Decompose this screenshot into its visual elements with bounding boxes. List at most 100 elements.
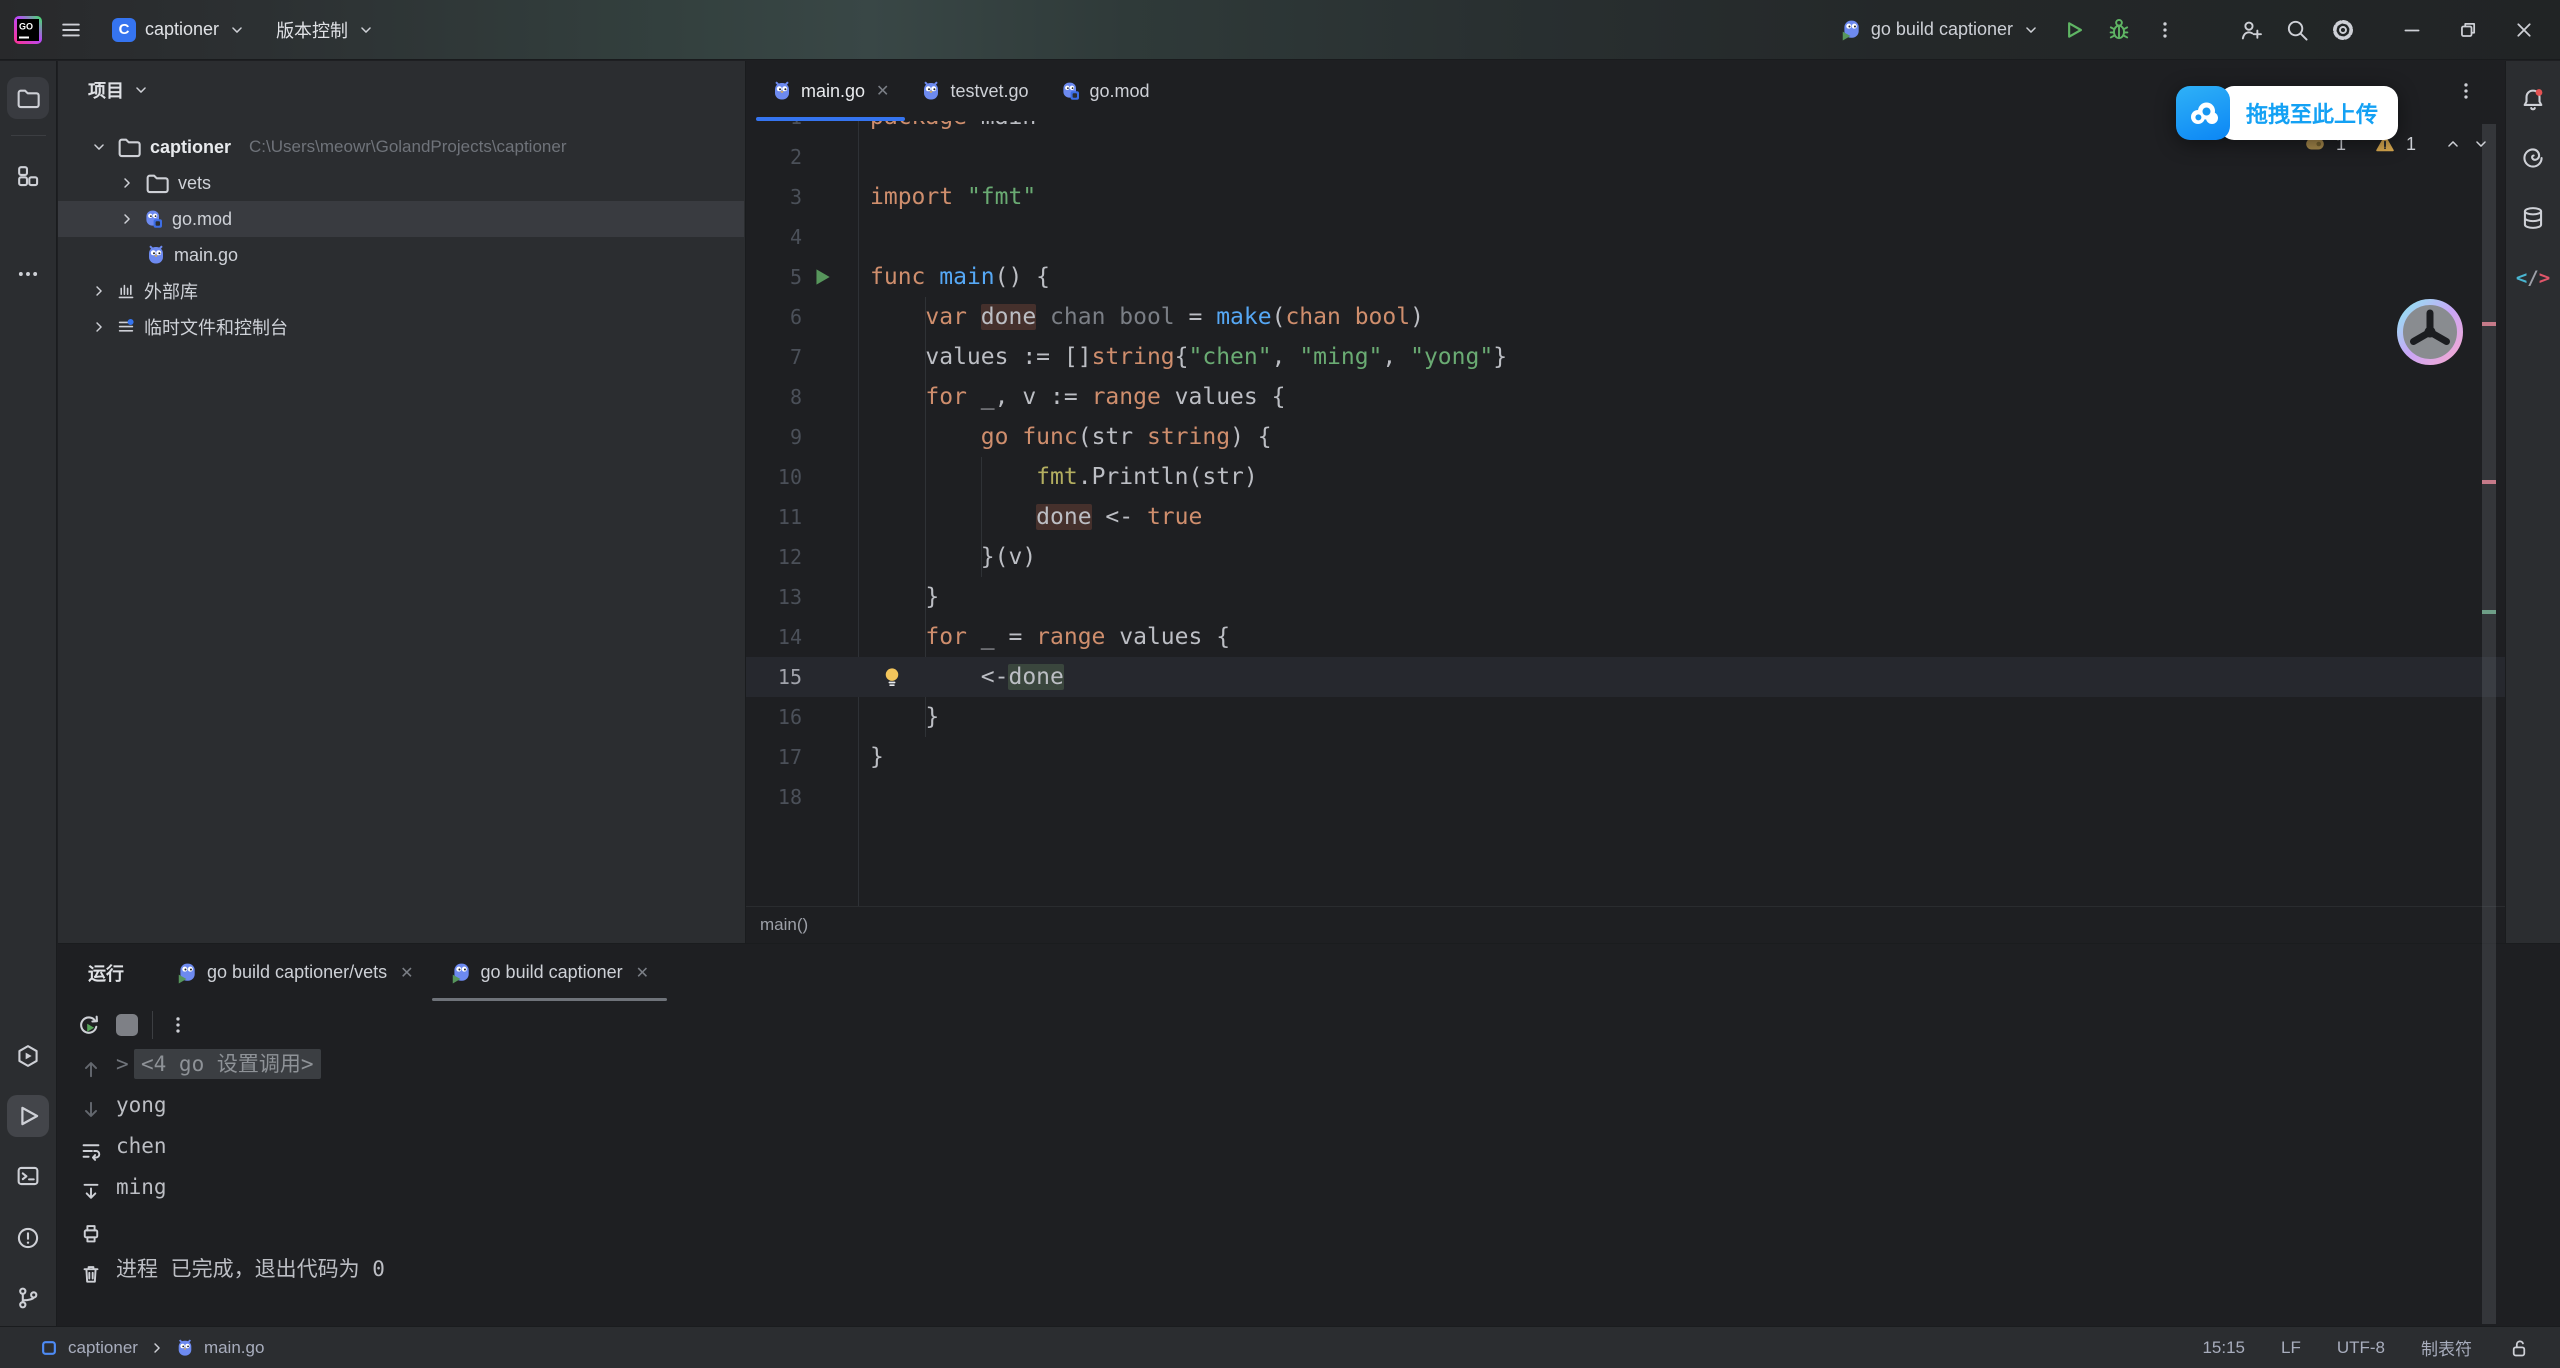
scroll-to-end-button[interactable] [79, 1180, 103, 1204]
terminal-icon [15, 1163, 41, 1189]
code-line-11: 11 done <- true [746, 497, 2505, 537]
editor-options-button[interactable] [2455, 80, 2477, 102]
problems-tool-button[interactable] [7, 1217, 49, 1259]
tree-item-临时文件和控制台[interactable]: 临时文件和控制台 [58, 309, 744, 345]
fold-arrow-icon[interactable]: > [116, 1044, 132, 1085]
status-widget-15:15[interactable]: 15:15 [2202, 1338, 2245, 1358]
tree-item-label: vets [178, 173, 211, 194]
close-icon[interactable]: ✕ [400, 963, 413, 983]
search-icon [2285, 18, 2309, 42]
chevron-right-icon[interactable] [90, 318, 108, 336]
endpoints-button[interactable]: </> [2512, 257, 2554, 299]
status-bar: captioner main.go 15:15 LF UTF-8 制表符 [0, 1326, 2560, 1368]
chevron-right-icon[interactable] [90, 282, 108, 300]
run-config-selector[interactable]: go build captioner [1830, 19, 2050, 41]
print-button[interactable] [79, 1221, 103, 1245]
code-line-18: 18 [746, 777, 2505, 817]
project-widget[interactable]: C captioner [100, 10, 258, 50]
code-editor[interactable]: 1package main23import "fmt"45func main()… [746, 121, 2505, 906]
netdisk-upload-widget[interactable]: 拖拽至此上传 [2176, 86, 2398, 140]
status-widget-LF[interactable]: LF [2281, 1338, 2301, 1358]
status-widget-UTF-8[interactable]: UTF-8 [2337, 1338, 2385, 1358]
services-tool-button[interactable] [7, 1035, 49, 1077]
status-widget-制表符[interactable]: 制表符 [2421, 1335, 2472, 1360]
run-tool-button[interactable] [7, 1095, 49, 1137]
go-file-icon [772, 81, 792, 101]
run-tab-go build captioner[interactable]: go build captioner ✕ [432, 944, 668, 1001]
line-number: 18 [746, 777, 802, 817]
warning-count: 1 [2406, 134, 2416, 155]
notifications-button[interactable] [2512, 79, 2554, 121]
tab-main.go[interactable]: main.go✕ [756, 61, 905, 121]
console-line: ming [116, 1167, 2530, 1208]
run-line-icon[interactable] [810, 265, 834, 289]
console-output[interactable]: ><4 go 设置调用>yongchenming进程 已完成，退出代码为 0 [116, 1044, 2530, 1290]
project-panel-header[interactable]: 项目 [58, 61, 745, 113]
tree-item-外部库[interactable]: 外部库 [58, 273, 744, 309]
lock-open-icon[interactable] [2508, 1337, 2530, 1359]
tab-testvet.go[interactable]: testvet.go [905, 61, 1044, 121]
tree-item-go.mod[interactable]: go.mod [58, 201, 744, 237]
project-tool-button[interactable] [7, 77, 49, 119]
project-tree: captionerC:\Users\meowr\GolandProjects\c… [58, 129, 744, 345]
code-text: } [870, 697, 939, 737]
tree-item-main.go[interactable]: main.go [58, 237, 744, 273]
restore-button[interactable] [2440, 4, 2496, 56]
up-stacktrace-button[interactable] [79, 1057, 103, 1081]
ai-assistant-icon [2520, 145, 2546, 171]
run-more-button[interactable] [167, 1014, 189, 1036]
code-with-me-button[interactable] [2228, 7, 2274, 53]
console-line: 进程 已完成，退出代码为 0 [116, 1249, 2530, 1290]
tree-item-captioner[interactable]: captionerC:\Users\meowr\GolandProjects\c… [58, 129, 744, 165]
folder-icon [144, 170, 170, 196]
commit-tool-button[interactable] [7, 155, 49, 197]
tree-item-vets[interactable]: vets [58, 165, 744, 201]
tree-item-path: C:\Users\meowr\GolandProjects\captioner [249, 137, 566, 157]
main-menu-button[interactable] [48, 7, 94, 53]
close-button[interactable] [2496, 4, 2552, 56]
status-breadcrumb[interactable]: captioner main.go [40, 1338, 264, 1358]
chevron-placeholder [118, 245, 138, 265]
run-tab-label: go build captioner [481, 962, 623, 983]
chevron-right-icon[interactable] [118, 210, 136, 228]
run-tab-go build captioner/vets[interactable]: go build captioner/vets✕ [158, 944, 432, 1001]
line-number: 10 [746, 457, 802, 497]
play-icon [2061, 18, 2085, 42]
restore-icon [2457, 19, 2479, 41]
editor-scrollbar[interactable] [2482, 124, 2496, 1324]
line-number: 17 [746, 737, 802, 777]
overlay-avatar-badge[interactable] [2396, 298, 2464, 366]
upload-label: 拖拽至此上传 [2220, 86, 2398, 140]
next-issue-button[interactable] [2472, 135, 2490, 153]
terminal-tool-button[interactable] [7, 1155, 49, 1197]
chevron-down-icon[interactable] [90, 138, 108, 156]
more-tool-windows-button[interactable] [7, 253, 49, 295]
prev-issue-button[interactable] [2444, 135, 2462, 153]
code-line-6: 6 var done chan bool = make(chan bool) [746, 297, 2505, 337]
clear-console-button[interactable] [79, 1262, 103, 1286]
chevron-right-icon[interactable] [118, 174, 136, 192]
folded-command[interactable]: <4 go 设置调用> [134, 1049, 321, 1079]
stop-button[interactable] [116, 1014, 138, 1036]
line-number: 6 [746, 297, 802, 337]
tab-go.mod[interactable]: go.mod [1045, 61, 1166, 121]
minimize-icon [2401, 19, 2423, 41]
more-actions-button[interactable] [2142, 7, 2188, 53]
search-everywhere-button[interactable] [2274, 7, 2320, 53]
git-tool-button[interactable] [7, 1277, 49, 1319]
vcs-widget[interactable]: 版本控制 [264, 10, 387, 50]
database-button[interactable] [2512, 197, 2554, 239]
close-icon[interactable]: ✕ [636, 963, 649, 983]
soft-wrap-button[interactable] [79, 1139, 103, 1163]
close-icon[interactable]: ✕ [876, 81, 889, 101]
settings-button[interactable] [2320, 7, 2366, 53]
gopher-icon [146, 245, 166, 265]
minimize-button[interactable] [2384, 4, 2440, 56]
editor-breadcrumb[interactable]: main() [746, 906, 2505, 943]
ai-assistant-button[interactable] [2512, 137, 2554, 179]
debug-button[interactable] [2096, 7, 2142, 53]
down-stacktrace-button[interactable] [79, 1098, 103, 1122]
services-icon [15, 1043, 41, 1069]
rerun-button[interactable] [76, 1012, 102, 1038]
run-button[interactable] [2050, 7, 2096, 53]
